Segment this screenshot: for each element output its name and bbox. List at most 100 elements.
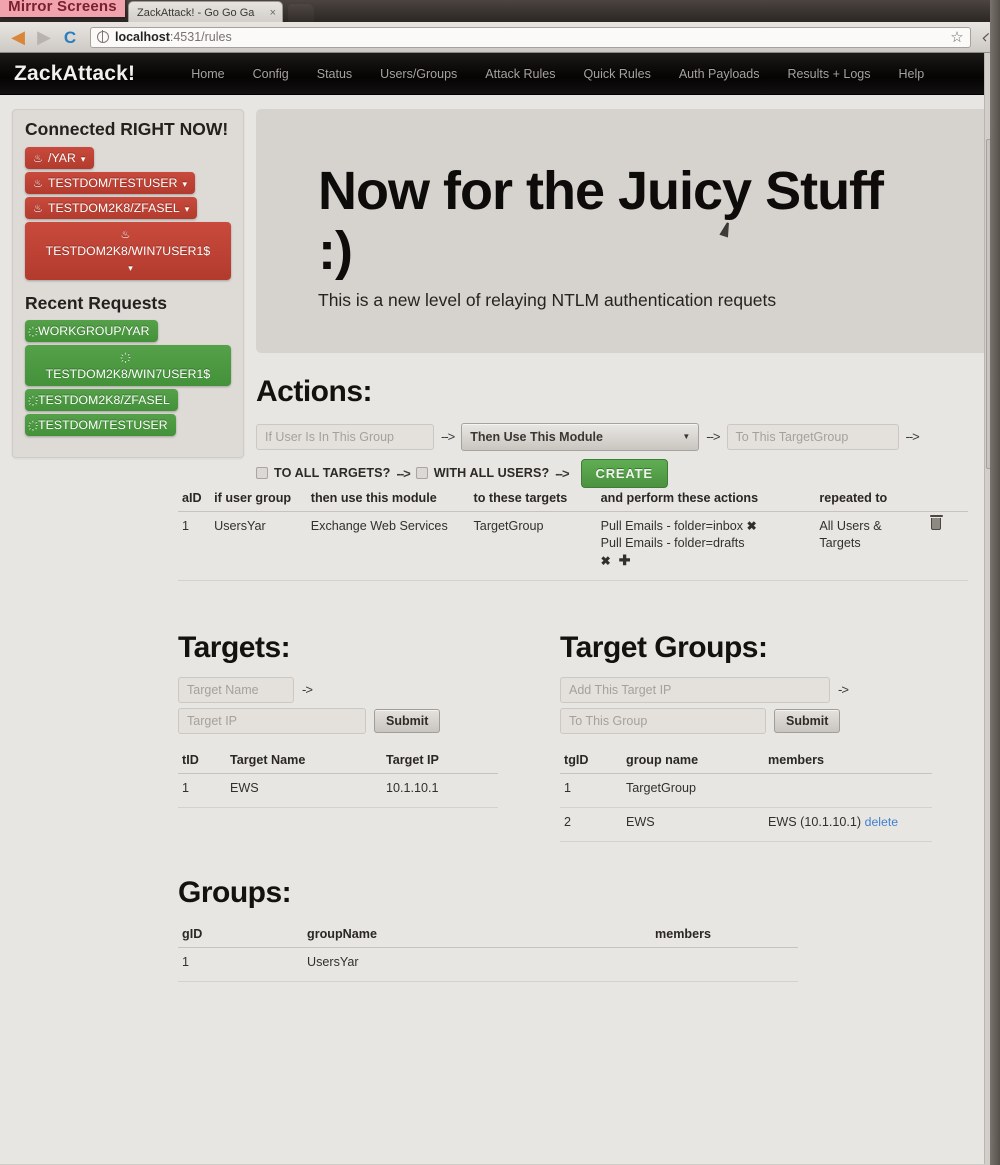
nav-link-quick-rules[interactable]: Quick Rules xyxy=(569,67,664,81)
table-header-row: tgID group name members xyxy=(560,749,932,775)
browser-tab[interactable]: ZackAttack! - Go Go Ga × xyxy=(128,1,283,22)
arrow-icon: --> xyxy=(441,429,455,445)
col-tid: tID xyxy=(178,749,226,775)
col-usergroup: if user group xyxy=(210,487,307,513)
groups-section: Groups: xyxy=(178,876,1000,910)
col-repeated: repeated to xyxy=(815,487,928,513)
connected-item-testdom2k8-win7user1[interactable]: ♨ TESTDOM2K8/WIN7USER1$ ▾ xyxy=(25,221,231,280)
connected-item-testdom-testuser[interactable]: ♨ TESTDOM/TESTUSER ▾ xyxy=(25,171,196,194)
nav-link-help[interactable]: Help xyxy=(885,67,939,81)
with-all-users-checkbox[interactable] xyxy=(415,467,428,480)
flame-icon: ♨ xyxy=(33,177,43,190)
forward-button[interactable]: ▶ xyxy=(32,25,56,49)
targets-submit-button[interactable]: Submit xyxy=(374,708,441,733)
cell-aid: 1 xyxy=(178,511,211,581)
connected-now-heading: Connected RIGHT NOW! xyxy=(25,119,229,139)
target-ip-input[interactable]: Target IP xyxy=(178,707,366,734)
if-user-group-input[interactable]: If User Is In This Group xyxy=(256,423,434,450)
browser-toolbar: ◀ ▶ C localhost:4531/rules ☆ ⌐ xyxy=(0,22,1000,53)
arrow-icon: --> xyxy=(905,429,920,445)
back-arrow-icon: ◀ xyxy=(11,27,25,47)
nav-link-config[interactable]: Config xyxy=(239,67,303,81)
close-icon[interactable]: × xyxy=(270,7,276,19)
groups-table: gID groupName members 1 UsersYar xyxy=(178,923,798,982)
arrow-icon: -> xyxy=(302,682,313,698)
cell-name: TargetGroup xyxy=(622,773,764,808)
cell-members xyxy=(651,947,798,982)
cell-name: UsersYar xyxy=(303,947,651,982)
table-row: 1 UsersYar Exchange Web Services TargetG… xyxy=(178,511,968,581)
app-navbar: ZackAttack! Home Config Status Users/Gro… xyxy=(0,53,1000,95)
reload-button[interactable]: C xyxy=(58,25,82,49)
col-group-name: group name xyxy=(622,749,764,775)
cell-ip: 10.1.10.1 xyxy=(382,773,498,808)
rule-action-2: Pull Emails - folder=drafts xyxy=(600,536,745,550)
recent-item-label: TESTDOM2K8/ZFASEL xyxy=(38,392,170,407)
nav-link-attack-rules[interactable]: Attack Rules xyxy=(471,67,569,81)
add-action-icon[interactable]: ✚ xyxy=(619,552,631,568)
attack-rules-table: aID if user group then use this module t… xyxy=(178,487,968,581)
connected-item-testdom2k8-zfasel[interactable]: ♨ TESTDOM2K8/ZFASEL ▾ xyxy=(25,196,198,219)
member-value: EWS (10.1.10.1) xyxy=(768,814,862,829)
target-groups-submit-button[interactable]: Submit xyxy=(774,708,841,733)
remove-action-icon[interactable]: ✖ xyxy=(747,519,757,533)
nav-link-results-logs[interactable]: Results + Logs xyxy=(773,67,884,81)
cell-repeated: All Users & Targets xyxy=(815,511,928,581)
page-viewport: ZackAttack! Home Config Status Users/Gro… xyxy=(0,53,1000,1164)
remove-action-icon[interactable]: ✖ xyxy=(601,554,611,568)
chevron-down-icon: ▾ xyxy=(182,178,188,189)
to-this-group-input[interactable]: To This Group xyxy=(560,707,766,734)
nav-link-auth-payloads[interactable]: Auth Payloads xyxy=(665,67,774,81)
cell-name: EWS xyxy=(226,773,382,808)
arrow-icon: --> xyxy=(706,429,720,445)
actions-form: If User Is In This Group --> Then Use Th… xyxy=(256,422,988,488)
recent-item-workgroup-yar[interactable]: ҉ WORKGROUP/YAR xyxy=(25,319,158,342)
nav-link-home[interactable]: Home xyxy=(177,67,238,81)
targets-heading: Targets: xyxy=(178,630,291,664)
new-tab-button[interactable] xyxy=(288,4,314,22)
browser-tabstrip: Mirror Screens ZackAttack! - Go Go Ga × xyxy=(0,0,1000,22)
actions-form-row-2: TO ALL TARGETS? --> WITH ALL USERS? --> … xyxy=(256,458,988,488)
col-gid: gID xyxy=(178,923,303,949)
target-name-input[interactable]: Target Name xyxy=(178,676,294,703)
address-bar[interactable]: localhost:4531/rules ☆ xyxy=(90,26,971,48)
window-right-edge xyxy=(990,0,1000,1165)
target-groups-heading: Target Groups: xyxy=(560,630,768,664)
create-button[interactable]: CREATE xyxy=(580,458,668,488)
browser-window: Mirror Screens ZackAttack! - Go Go Ga × … xyxy=(0,0,1000,1165)
module-select[interactable]: Then Use This Module ▼ xyxy=(461,422,700,451)
main-content: Now for the Juicy Stuff :) This is a new… xyxy=(256,109,988,488)
col-members: members xyxy=(651,923,798,949)
bookmark-star-icon[interactable]: ☆ xyxy=(950,28,963,46)
recent-requests-heading: Recent Requests xyxy=(25,292,167,313)
target-groups-column: Target Groups: Add This Target IP -> To … xyxy=(560,615,932,842)
forward-arrow-icon: ▶ xyxy=(37,27,51,47)
trash-icon[interactable] xyxy=(929,514,943,531)
back-button[interactable]: ◀ xyxy=(6,25,30,49)
connected-item-label: /YAR xyxy=(47,150,76,165)
recent-item-testdom2k8-zfasel[interactable]: ҉ TESTDOM2K8/ZFASEL xyxy=(25,388,178,411)
connected-item-yar[interactable]: ♨ /YAR ▾ xyxy=(25,146,94,169)
arrow-icon: -> xyxy=(838,682,849,698)
nav-link-status[interactable]: Status xyxy=(303,67,366,81)
add-target-ip-input[interactable]: Add This Target IP xyxy=(560,676,830,703)
cell-tgid: 1 xyxy=(560,773,622,808)
recent-item-testdom-testuser[interactable]: ҉ TESTDOM/TESTUSER xyxy=(25,413,176,436)
connected-item-label: TESTDOM/TESTUSER xyxy=(47,175,178,190)
cell-tid: 1 xyxy=(178,773,226,808)
page-body: Connected RIGHT NOW! ♨ /YAR ▾ ♨ TESTDOM/TES… xyxy=(0,95,1000,488)
delete-member-link[interactable]: delete xyxy=(865,815,899,829)
col-module: then use this module xyxy=(306,487,470,513)
to-all-targets-checkbox[interactable] xyxy=(256,467,268,480)
chevron-down-icon: ▾ xyxy=(184,203,190,214)
recent-item-testdom2k8-win7user1[interactable]: ҉ TESTDOM2K8/WIN7USER1$ xyxy=(25,344,231,386)
recent-item-label: TESTDOM/TESTUSER xyxy=(38,417,168,432)
target-group-input[interactable]: To This TargetGroup xyxy=(726,423,899,450)
cell-delete xyxy=(927,511,968,581)
brand-title[interactable]: ZackAttack! xyxy=(14,62,135,86)
nav-link-users-groups[interactable]: Users/Groups xyxy=(366,67,471,81)
cell-usergroup: UsersYar xyxy=(210,511,307,581)
col-tgid: tgID xyxy=(560,749,622,775)
cell-module: Exchange Web Services xyxy=(306,511,470,581)
actions-heading: Actions: xyxy=(256,374,373,408)
